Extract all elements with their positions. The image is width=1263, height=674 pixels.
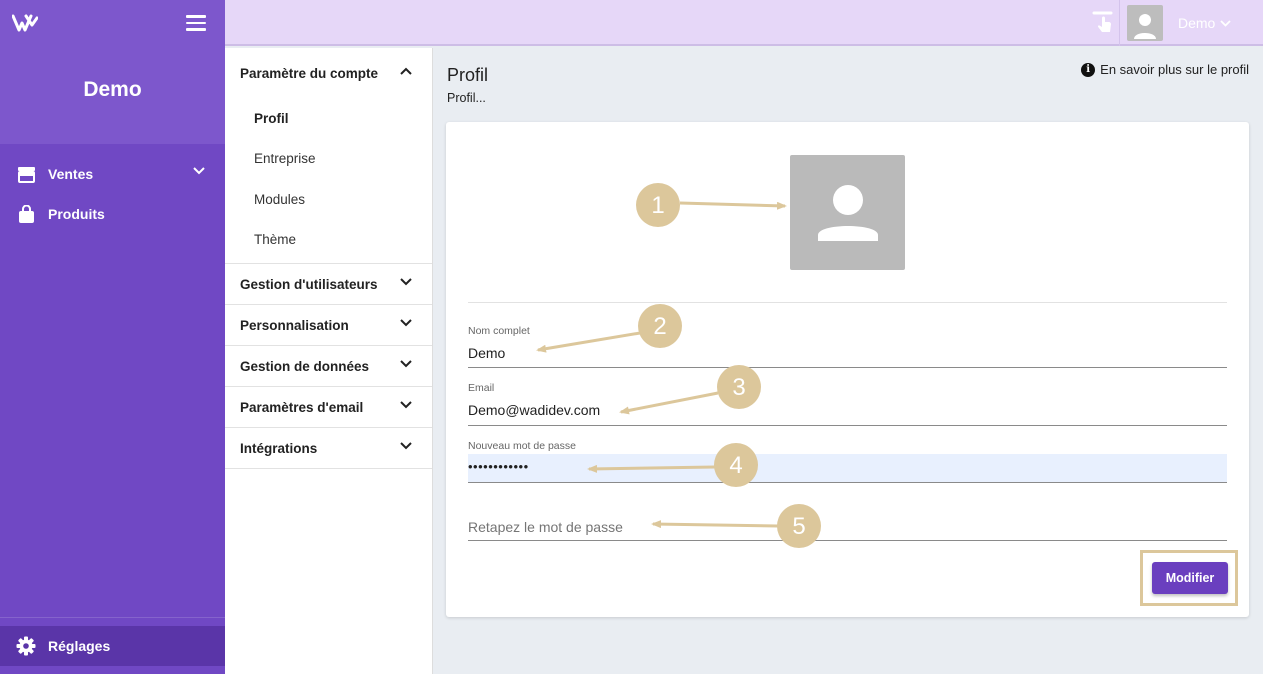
menu-group-email[interactable]: Paramètres d'email [225,387,432,428]
logo-icon[interactable] [12,13,38,33]
chevron-up-icon [400,67,412,75]
sidebar-item-produits[interactable]: Produits [0,194,225,234]
sidebar-item-label: Réglages [48,638,111,654]
avatar[interactable] [1127,5,1163,41]
chevron-down-icon [400,360,412,368]
menu-group-integrations[interactable]: Intégrations [225,428,432,469]
chevron-down-icon [193,167,205,175]
settings-menu: Paramètre du compte Profil Entreprise Mo… [225,48,433,674]
chevron-down-icon [400,401,412,409]
profile-card: Nom complet Email Nouveau mot de passe •… [446,122,1249,617]
menu-item-entreprise[interactable]: Entreprise [225,139,432,180]
top-bar: Demo [225,0,1263,46]
full-name-input[interactable] [468,345,1227,361]
menu-group-data[interactable]: Gestion de données [225,346,432,387]
menu-group-label: Personnalisation [240,317,349,333]
sidebar-item-reglages[interactable]: Réglages [0,626,225,666]
menu-item-modules[interactable]: Modules [225,179,432,220]
full-name-field: Nom complet [468,325,1227,368]
sidebar-item-label: Ventes [48,166,94,182]
sidebar-item-ventes[interactable]: Ventes [0,154,225,194]
page-subtitle: Profil... [447,91,486,105]
full-name-label: Nom complet [468,325,530,337]
brand-name: Demo [83,78,142,101]
menu-group-label: Gestion de données [240,358,370,374]
touch-hand-icon[interactable] [1091,10,1115,36]
sidebar-divider [0,617,225,618]
chevron-down-icon [1220,19,1231,27]
user-placeholder-icon [817,184,878,241]
new-password-field: Nouveau mot de passe •••••••••••• [468,440,1227,483]
menu-group-label: Paramètre du compte [240,65,379,81]
email-label: Email [468,382,495,394]
account-submenu: Profil Entreprise Modules Thème [225,98,432,264]
button-highlight: Modifier [1140,550,1238,606]
page-title: Profil [447,65,489,85]
user-menu[interactable]: Demo [1178,15,1231,31]
shopping-bag-icon [16,204,36,224]
new-password-label: Nouveau mot de passe [468,440,576,452]
top-bar-divider [1119,0,1120,46]
sidebar-header: Demo [0,0,225,144]
confirm-password-field [468,510,1227,541]
info-icon: i [1081,62,1096,77]
new-password-input[interactable]: •••••••••••• [468,459,1227,474]
menu-group-users[interactable]: Gestion d'utilisateurs [225,264,432,305]
profile-picture[interactable] [790,155,905,270]
menu-group-account[interactable]: Paramètre du compte [225,48,432,98]
chevron-down-icon [400,319,412,327]
menu-group-label: Paramètres d'email [240,399,364,415]
email-field: Email [468,382,1227,426]
user-name: Demo [1178,15,1216,31]
store-icon [16,164,36,184]
menu-group-personnalisation[interactable]: Personnalisation [225,305,432,346]
menu-item-profil[interactable]: Profil [225,98,432,139]
menu-item-theme[interactable]: Thème [225,220,432,261]
modify-button[interactable]: Modifier [1152,562,1228,594]
card-divider [468,302,1227,303]
menu-toggle-icon[interactable] [186,15,206,31]
chevron-down-icon [400,278,412,286]
gear-icon [16,636,36,656]
learn-more-link[interactable]: i En savoir plus sur le profil [1081,62,1249,77]
sidebar-item-label: Produits [48,206,105,222]
menu-group-label: Intégrations [240,440,318,456]
chevron-down-icon [400,442,412,450]
menu-group-label: Gestion d'utilisateurs [240,276,378,292]
main-sidebar: Demo Ventes Produits Réglages [0,0,225,674]
confirm-password-input[interactable] [468,519,1227,535]
email-input[interactable] [468,402,1227,418]
learn-more-label: En savoir plus sur le profil [1100,62,1249,77]
